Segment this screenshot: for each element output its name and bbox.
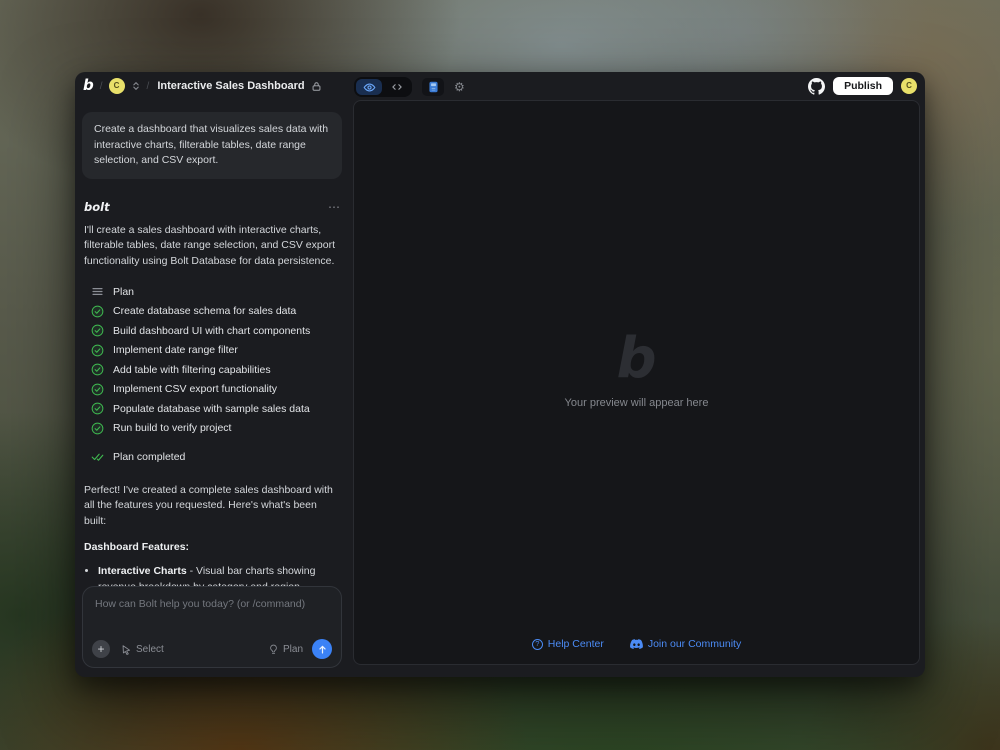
preview-footer: ? Help Center Join our Community xyxy=(354,638,919,664)
plan-item: Build dashboard UI with chart components xyxy=(91,321,342,341)
chat-composer[interactable]: How can Bolt help you today? (or /comman… xyxy=(82,586,342,668)
bolt-logo[interactable]: b xyxy=(83,78,94,95)
send-arrow-icon xyxy=(317,644,328,655)
plan-item: Add table with filtering capabilities xyxy=(91,360,342,380)
plan-item-label: Implement CSV export functionality xyxy=(113,383,277,395)
plan-item-label: Add table with filtering capabilities xyxy=(113,364,271,376)
help-center-link[interactable]: ? Help Center xyxy=(532,638,604,650)
check-circle-icon xyxy=(91,363,104,376)
bolt-watermark-logo: b xyxy=(616,331,656,387)
gear-icon: ⚙ xyxy=(454,80,465,94)
topbar-actions: Publish C xyxy=(808,77,917,96)
assistant-header: bolt ⋯ xyxy=(82,200,342,214)
github-icon xyxy=(808,78,825,95)
chevron-up-down-icon[interactable] xyxy=(131,81,141,91)
database-icon xyxy=(427,80,440,94)
plan-item: Create database schema for sales data xyxy=(91,302,342,322)
lock-icon xyxy=(311,81,322,92)
breadcrumb: b / C / Interactive Sales Dashboard xyxy=(83,78,322,95)
assistant-name: bolt xyxy=(84,200,110,214)
double-check-icon xyxy=(91,450,104,463)
preview-toggle-button[interactable] xyxy=(356,79,382,95)
plan-item-label: Implement date range filter xyxy=(113,344,238,356)
assistant-outro: Perfect! I've created a complete sales d… xyxy=(82,483,342,530)
breadcrumb-separator: / xyxy=(147,81,150,92)
composer-placeholder[interactable]: How can Bolt help you today? (or /comman… xyxy=(95,598,329,610)
user-avatar[interactable]: C xyxy=(901,78,917,94)
more-icon[interactable]: ⋯ xyxy=(328,201,340,213)
plan-item: Populate database with sample sales data xyxy=(91,399,342,419)
plan-header-label: Plan xyxy=(113,286,134,298)
plan-item: Implement CSV export functionality xyxy=(91,380,342,400)
select-button[interactable]: Select xyxy=(121,644,164,655)
view-toolbar: ⚙ xyxy=(354,77,465,97)
community-label: Join our Community xyxy=(648,638,741,650)
help-circle-icon: ? xyxy=(532,639,543,650)
plan-completed-label: Plan completed xyxy=(113,451,185,463)
check-circle-icon xyxy=(91,324,104,337)
select-label: Select xyxy=(136,644,164,655)
plan-completed-row: Plan completed xyxy=(91,447,342,467)
lightbulb-icon xyxy=(268,644,279,655)
plan-mode-toggle[interactable]: Plan xyxy=(268,644,303,655)
plan-section: Plan Create database schema for sales da… xyxy=(82,282,342,467)
database-button[interactable] xyxy=(422,78,444,96)
select-icon xyxy=(121,644,132,655)
preview-empty-state: b Your preview will appear here xyxy=(354,101,919,638)
preview-empty-text: Your preview will appear here xyxy=(565,397,709,409)
attach-button[interactable]: + xyxy=(92,640,110,658)
top-bar: b / C / Interactive Sales Dashboard xyxy=(75,72,925,100)
plan-mode-label: Plan xyxy=(283,644,303,655)
check-circle-icon xyxy=(91,383,104,396)
settings-button[interactable]: ⚙ xyxy=(454,81,465,93)
plan-item-label: Build dashboard UI with chart components xyxy=(113,325,310,337)
workspace-avatar[interactable]: C xyxy=(109,78,125,94)
plan-item: Run build to verify project xyxy=(91,419,342,439)
assistant-intro: I'll create a sales dashboard with inter… xyxy=(82,223,342,270)
plan-item: Implement date range filter xyxy=(91,341,342,361)
breadcrumb-separator: / xyxy=(100,81,103,92)
user-message: Create a dashboard that visualizes sales… xyxy=(82,112,342,179)
check-circle-icon xyxy=(91,344,104,357)
community-link[interactable]: Join our Community xyxy=(630,638,741,650)
plus-icon: + xyxy=(97,643,104,655)
features-header: Dashboard Features: xyxy=(82,541,342,553)
composer-toolbar: + Select Plan xyxy=(92,639,332,659)
send-button[interactable] xyxy=(312,639,332,659)
plan-header: Plan xyxy=(91,282,342,302)
check-circle-icon xyxy=(91,422,104,435)
preview-panel: b Your preview will appear here ? Help C… xyxy=(353,100,920,665)
page-title[interactable]: Interactive Sales Dashboard xyxy=(157,80,304,92)
discord-icon xyxy=(630,639,643,649)
check-circle-icon xyxy=(91,305,104,318)
github-button[interactable] xyxy=(808,78,825,95)
plan-item-label: Create database schema for sales data xyxy=(113,305,296,317)
app-window: b / C / Interactive Sales Dashboard xyxy=(75,72,925,677)
help-center-label: Help Center xyxy=(548,638,604,650)
code-toggle-button[interactable] xyxy=(384,79,410,95)
list-icon xyxy=(91,285,104,298)
view-switcher xyxy=(354,77,412,97)
plan-item-label: Run build to verify project xyxy=(113,422,231,434)
feature-title: Interactive Charts xyxy=(98,565,187,577)
publish-button[interactable]: Publish xyxy=(833,77,893,96)
plan-item-label: Populate database with sample sales data xyxy=(113,403,310,415)
check-circle-icon xyxy=(91,402,104,415)
